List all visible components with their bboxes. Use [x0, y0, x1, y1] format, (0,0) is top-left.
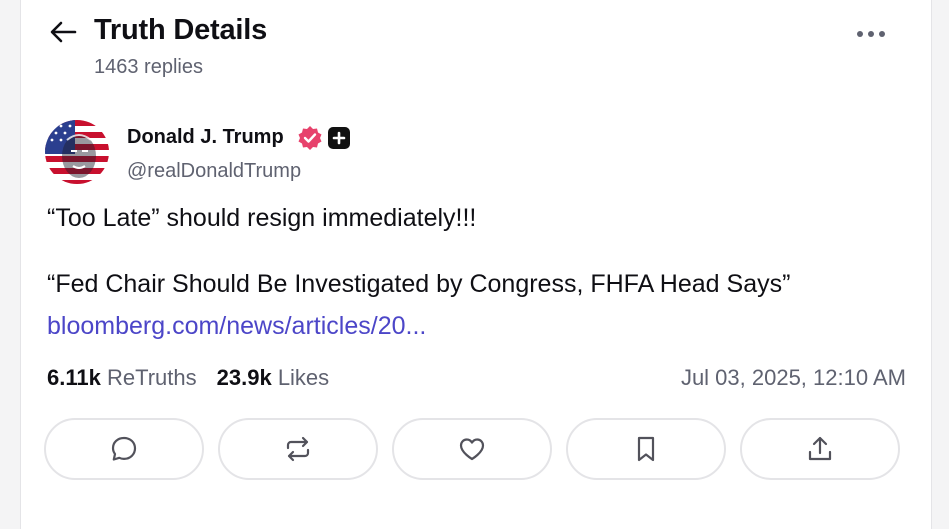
- reply-button[interactable]: [44, 418, 204, 480]
- likes-stat[interactable]: 23.9k Likes: [217, 365, 330, 391]
- author-name[interactable]: Donald J. Trump: [127, 126, 284, 149]
- back-button[interactable]: [47, 16, 79, 48]
- author-handle[interactable]: @realDonaldTrump: [127, 160, 301, 183]
- truth-details-panel: Truth Details 1463 replies Donald J. Tru…: [20, 0, 932, 529]
- reply-icon: [111, 436, 137, 461]
- arrow-left-icon: [50, 21, 77, 43]
- post-link[interactable]: bloomberg.com/news/articles/20...: [47, 312, 426, 341]
- share-icon: [808, 436, 832, 461]
- retruths-stat[interactable]: 6.11k ReTruths: [47, 365, 197, 391]
- retruth-button[interactable]: [218, 418, 378, 480]
- more-dots-icon: [857, 31, 885, 37]
- action-bar: [44, 418, 900, 480]
- more-options-button[interactable]: [851, 20, 891, 48]
- post-timestamp: Jul 03, 2025, 12:10 AM: [680, 365, 906, 390]
- post-stats: 6.11k ReTruths 23.9k Likes: [47, 365, 329, 391]
- post-text-line: “Too Late” should resign immediately!!!: [47, 204, 477, 232]
- verified-badge-icon: [297, 125, 323, 151]
- page-title: Truth Details: [94, 14, 268, 46]
- avatar-image: [45, 120, 109, 184]
- replies-count: 1463 replies: [94, 56, 203, 78]
- likes-count: 23.9k: [216, 365, 272, 390]
- avatar[interactable]: [45, 120, 109, 184]
- retruth-icon: [286, 436, 310, 462]
- bookmark-button[interactable]: [566, 418, 726, 480]
- like-heart-icon: [459, 438, 485, 461]
- share-button[interactable]: [740, 418, 900, 480]
- retruths-label: ReTruths: [106, 365, 197, 390]
- bookmark-icon: [637, 436, 655, 462]
- post-text-line: “Fed Chair Should Be Investigated by Con…: [47, 270, 791, 298]
- retruths-count: 6.11k: [47, 365, 101, 390]
- plus-badge-icon: [328, 127, 350, 149]
- likes-label: Likes: [277, 365, 330, 390]
- like-button[interactable]: [392, 418, 552, 480]
